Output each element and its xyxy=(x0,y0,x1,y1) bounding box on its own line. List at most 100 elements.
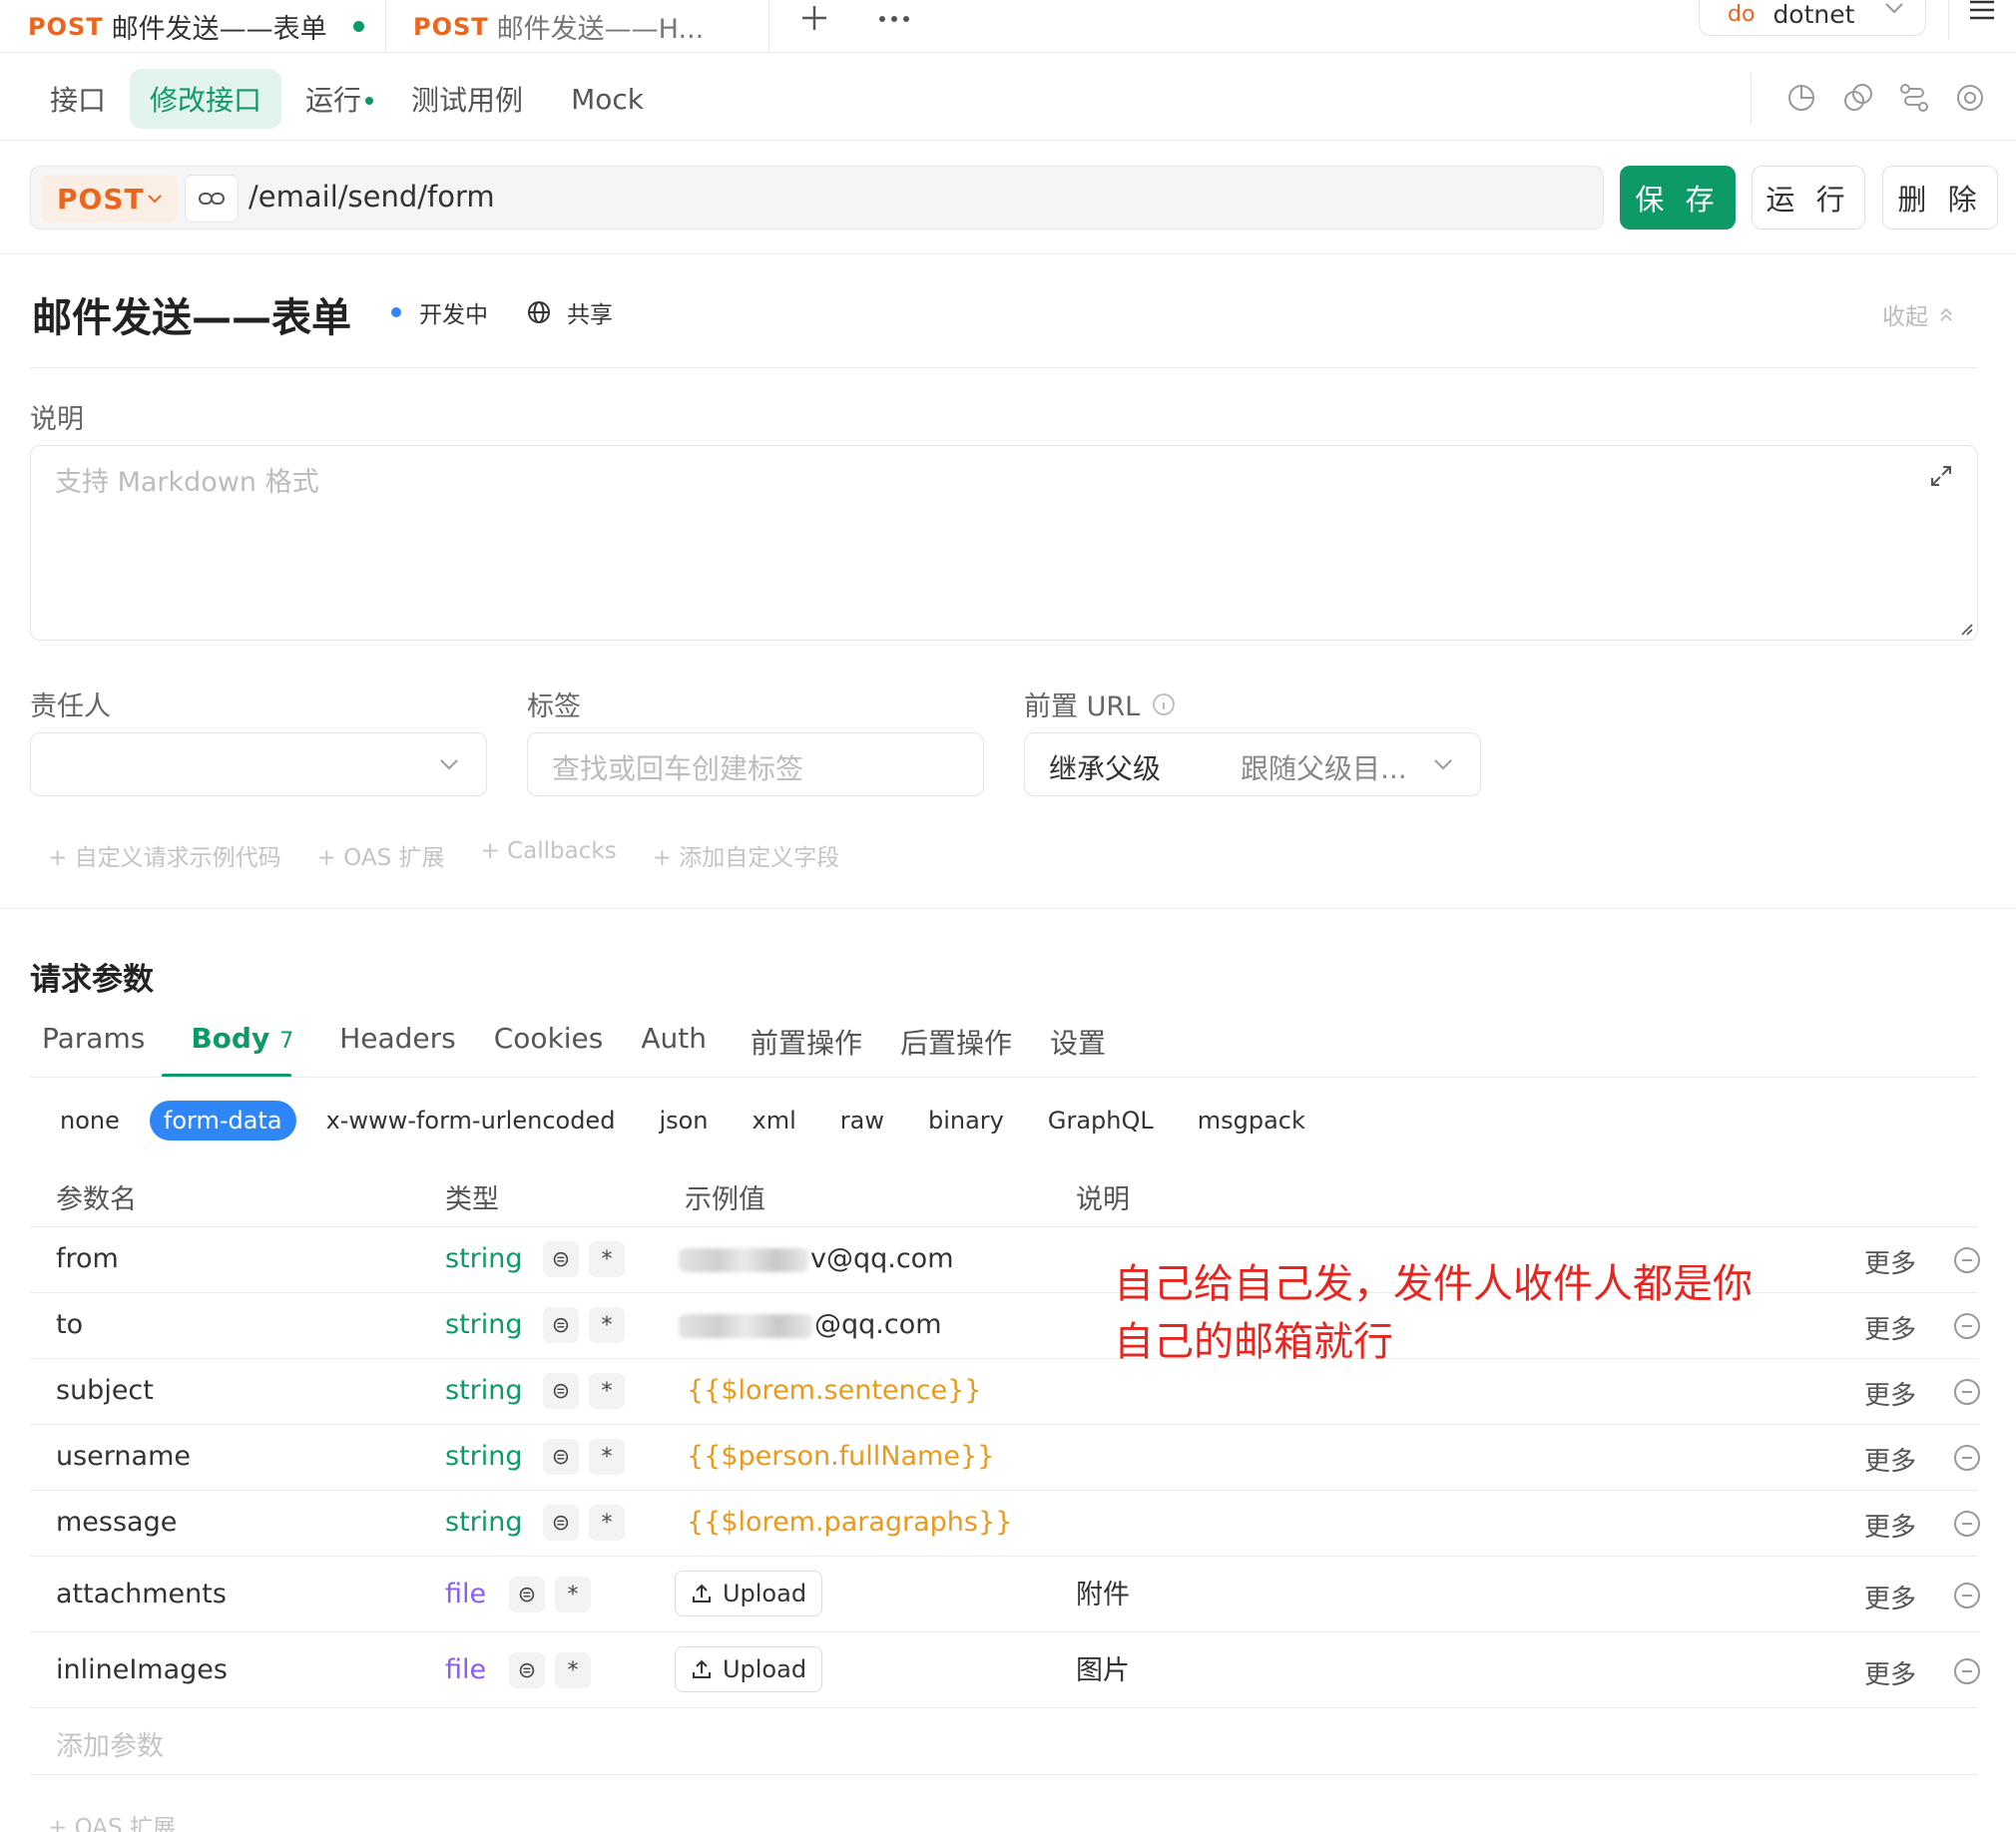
settings-gear-icon[interactable] xyxy=(1954,82,1986,114)
tab-settings[interactable]: 设置 xyxy=(1038,1014,1118,1070)
schema-link-icon[interactable]: ⊜ xyxy=(509,1652,545,1688)
param-desc[interactable]: 图片 xyxy=(1076,1648,1130,1687)
body-type-urlencoded[interactable]: x-www-form-urlencoded xyxy=(312,1101,630,1141)
info-icon[interactable] xyxy=(1152,692,1176,716)
collapse-button[interactable]: 收起 xyxy=(1882,297,1954,331)
prefix-url-select[interactable]: 继承父级 跟随父级目... xyxy=(1024,732,1481,796)
param-type[interactable]: string xyxy=(445,1243,523,1274)
link-icon-button[interactable] xyxy=(185,175,239,223)
body-type-binary[interactable]: binary xyxy=(914,1101,1018,1141)
remove-row-minus-icon[interactable] xyxy=(1954,1379,1980,1405)
method-selector[interactable]: POST xyxy=(41,175,177,223)
remove-row-minus-icon[interactable] xyxy=(1954,1313,1980,1339)
add-callbacks-link[interactable]: + Callbacks xyxy=(481,838,617,872)
schema-link-icon[interactable]: ⊜ xyxy=(543,1373,579,1409)
tab-params[interactable]: Params xyxy=(30,1014,157,1063)
more-button[interactable]: 更多 xyxy=(1864,1309,1916,1346)
add-param-input[interactable]: 添加参数 xyxy=(56,1724,164,1763)
schema-link-icon[interactable]: ⊜ xyxy=(543,1439,579,1475)
expand-icon[interactable] xyxy=(1929,464,1953,488)
tab-body[interactable]: Body 7 xyxy=(179,1014,305,1063)
copy-shape-icon[interactable] xyxy=(1842,82,1874,114)
required-asterisk-icon[interactable]: * xyxy=(589,1373,625,1409)
resize-handle-icon[interactable] xyxy=(1959,622,1973,636)
schema-link-icon[interactable]: ⊜ xyxy=(543,1307,579,1343)
upload-button[interactable]: Upload xyxy=(675,1571,822,1616)
url-path-input[interactable]: /email/send/form xyxy=(249,180,495,214)
tags-input[interactable]: 查找或回车创建标签 xyxy=(527,732,984,796)
param-type[interactable]: string xyxy=(445,1309,523,1340)
param-example[interactable]: @qq.com xyxy=(679,1309,942,1340)
run-button[interactable]: 运 行 xyxy=(1752,166,1865,229)
required-asterisk-icon[interactable]: * xyxy=(589,1307,625,1343)
param-name[interactable]: attachments xyxy=(56,1579,227,1609)
param-type[interactable]: string xyxy=(445,1441,523,1472)
remove-row-minus-icon[interactable] xyxy=(1954,1658,1980,1684)
remove-row-minus-icon[interactable] xyxy=(1954,1247,1980,1273)
add-custom-code-link[interactable]: + 自定义请求示例代码 xyxy=(48,838,281,872)
required-asterisk-icon[interactable]: * xyxy=(589,1439,625,1475)
body-type-none[interactable]: none xyxy=(46,1101,134,1141)
add-oas-extension-link[interactable]: + OAS 扩展 xyxy=(317,838,445,872)
param-example[interactable]: {{$person.fullName}} xyxy=(687,1441,994,1472)
share-toggle[interactable]: 共享 xyxy=(527,295,613,329)
upload-button[interactable]: Upload xyxy=(675,1646,822,1692)
required-asterisk-icon[interactable]: * xyxy=(589,1241,625,1277)
page-title[interactable]: 邮件发送——表单 xyxy=(32,285,351,343)
param-name[interactable]: from xyxy=(56,1243,119,1274)
add-tab-plus-icon[interactable] xyxy=(798,2,830,34)
tab-email-form[interactable]: POST 邮件发送——表单 xyxy=(28,0,364,53)
subtab-api[interactable]: 接口 xyxy=(30,69,126,129)
tab-auth[interactable]: Auth xyxy=(629,1014,719,1063)
more-button[interactable]: 更多 xyxy=(1864,1243,1916,1280)
subtab-mock[interactable]: Mock xyxy=(551,73,664,126)
table-row[interactable]: username string ⊜ * {{$person.fullName}}… xyxy=(30,1425,1980,1491)
tab-cookies[interactable]: Cookies xyxy=(482,1014,616,1063)
tab-post-operations[interactable]: 后置操作 xyxy=(888,1014,1024,1070)
more-button[interactable]: 更多 xyxy=(1864,1441,1916,1478)
more-button[interactable]: 更多 xyxy=(1864,1507,1916,1544)
hamburger-menu-icon[interactable] xyxy=(1968,0,1996,22)
schema-link-icon[interactable]: ⊜ xyxy=(543,1241,579,1277)
param-type[interactable]: string xyxy=(445,1375,523,1406)
param-name[interactable]: username xyxy=(56,1441,191,1472)
remove-row-minus-icon[interactable] xyxy=(1954,1445,1980,1471)
status-selector[interactable]: 开发中 xyxy=(391,295,488,329)
param-example[interactable]: v@qq.com xyxy=(679,1243,954,1274)
delete-button[interactable]: 删 除 xyxy=(1882,166,1998,229)
param-name[interactable]: message xyxy=(56,1507,177,1538)
subtab-edit-api[interactable]: 修改接口 xyxy=(130,69,282,129)
required-asterisk-icon[interactable]: * xyxy=(555,1652,591,1688)
param-name[interactable]: inlineImages xyxy=(56,1654,228,1685)
tab-email-html[interactable]: POST 邮件发送——H... xyxy=(413,0,704,53)
body-type-raw[interactable]: raw xyxy=(826,1101,898,1141)
more-button[interactable]: 更多 xyxy=(1864,1579,1916,1615)
required-asterisk-icon[interactable]: * xyxy=(555,1577,591,1612)
param-type[interactable]: file xyxy=(445,1579,486,1609)
tab-pre-operations[interactable]: 前置操作 xyxy=(739,1014,874,1070)
subtab-test-cases[interactable]: 测试用例 xyxy=(391,69,543,129)
remove-row-minus-icon[interactable] xyxy=(1954,1511,1980,1537)
body-type-json[interactable]: json xyxy=(645,1101,722,1141)
history-pie-icon[interactable] xyxy=(1786,82,1818,114)
body-type-xml[interactable]: xml xyxy=(739,1101,810,1141)
param-name[interactable]: subject xyxy=(56,1375,154,1406)
table-row[interactable]: message string ⊜ * {{$lorem.paragraphs}}… xyxy=(30,1491,1980,1557)
add-custom-field-link[interactable]: + 添加自定义字段 xyxy=(653,838,840,872)
table-row[interactable]: attachments file ⊜ * Upload 附件 更多 xyxy=(30,1557,1980,1632)
schema-link-icon[interactable]: ⊜ xyxy=(543,1505,579,1541)
description-textarea[interactable]: 支持 Markdown 格式 xyxy=(30,445,1978,641)
environment-selector[interactable]: do dotnet xyxy=(1699,0,1926,36)
subtab-run[interactable]: 运行 xyxy=(285,69,391,129)
param-desc[interactable]: 附件 xyxy=(1076,1573,1130,1611)
param-name[interactable]: to xyxy=(56,1309,83,1340)
tab-headers[interactable]: Headers xyxy=(327,1014,468,1063)
more-tabs-ellipsis-icon[interactable] xyxy=(878,10,910,22)
remove-row-minus-icon[interactable] xyxy=(1954,1583,1980,1608)
more-button[interactable]: 更多 xyxy=(1864,1375,1916,1412)
param-example[interactable]: {{$lorem.paragraphs}} xyxy=(687,1507,1012,1538)
required-asterisk-icon[interactable]: * xyxy=(589,1505,625,1541)
param-example[interactable]: {{$lorem.sentence}} xyxy=(687,1375,981,1406)
table-row[interactable]: inlineImages file ⊜ * Upload 图片 更多 xyxy=(30,1632,1980,1708)
flow-branch-icon[interactable] xyxy=(1898,82,1930,114)
